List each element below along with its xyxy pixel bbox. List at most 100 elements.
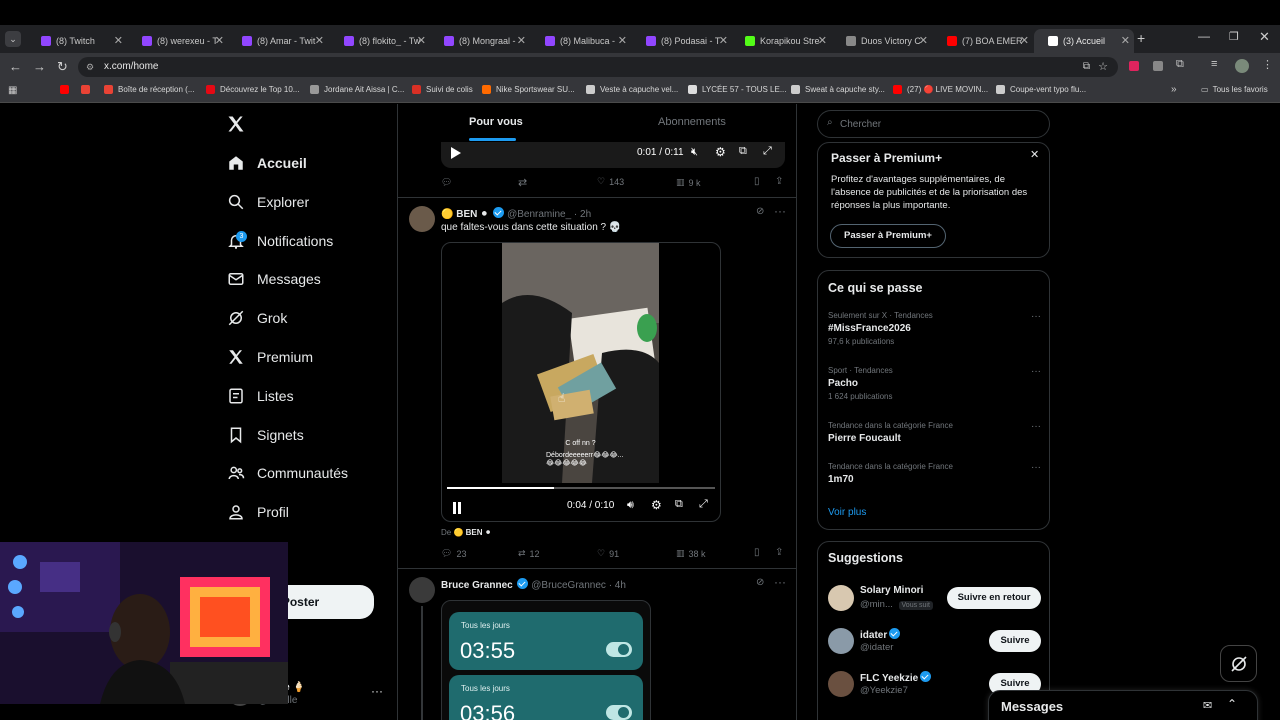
expand-drawer-icon[interactable]: ⌃ (1227, 697, 1237, 711)
trend-more-icon[interactable]: ··· (1031, 462, 1041, 473)
from-author[interactable]: 🟡 BEN ⚫ (453, 528, 491, 537)
alarm-1-toggle[interactable] (606, 642, 632, 657)
suggestion-item[interactable]: idater @idater Suivre (828, 625, 1041, 657)
top-video-player[interactable]: 0:01 / 0:11 🔇︎ ⚙ ⧉ ⤢ (441, 142, 785, 168)
follow-button[interactable]: Suivre (989, 630, 1041, 652)
trends-more-link[interactable]: Voir plus (828, 507, 866, 518)
video-volume-icon[interactable]: 🔊︎ (627, 499, 634, 512)
video-fullscreen-icon[interactable]: ⤢ (699, 498, 708, 511)
tab-close-icon[interactable]: ✕ (315, 34, 324, 47)
tab-close-icon[interactable]: ✕ (919, 34, 928, 47)
tab-close-icon[interactable]: ✕ (417, 34, 426, 47)
nav-item-communautes[interactable]: Communautés (227, 461, 348, 485)
browser-tab[interactable]: (8) Mongraal - ✕ (430, 29, 530, 53)
share-button[interactable]: ⇪ (775, 176, 783, 187)
grok-icon[interactable]: ⊘ (756, 577, 764, 588)
video-pip-icon[interactable]: ⧉ (675, 498, 683, 511)
browser-tab[interactable]: Duos Victory C ✕ (832, 29, 932, 53)
browser-tab[interactable]: (7) BOA EMER ✕ (933, 29, 1033, 53)
post1-views-button[interactable]: ▥ 38 k (676, 548, 706, 559)
bookmark-item[interactable]: Sweat à capuche sty... (791, 85, 885, 94)
post-author-handle[interactable]: @Benramine_ (507, 209, 571, 220)
post2-author-name[interactable]: Bruce Grannec (441, 580, 513, 591)
bookmark-item[interactable] (60, 85, 74, 94)
trend-more-icon[interactable]: ··· (1031, 311, 1041, 322)
post-time[interactable]: · 2h (574, 209, 591, 220)
browser-tab[interactable]: (8) Twitch ✕ (27, 29, 127, 53)
account-more-icon[interactable]: ··· (371, 684, 383, 698)
bookmark-item[interactable] (81, 85, 95, 94)
bookmark-button[interactable]: ▯ (754, 176, 760, 187)
tab-close-icon[interactable]: ✕ (114, 34, 123, 47)
grok-floating-button[interactable] (1220, 645, 1257, 682)
nav-item-grok[interactable]: Grok (227, 306, 287, 330)
post-avatar[interactable] (409, 206, 435, 232)
extensions-puzzle-icon[interactable]: ⧉ (1176, 58, 1184, 71)
post2-more-icon[interactable]: ··· (774, 575, 786, 589)
all-bookmarks-folder[interactable]: ▭ Tous les favoris (1201, 85, 1268, 94)
play-icon[interactable] (450, 146, 462, 165)
premium-close-icon[interactable]: ✕ (1030, 148, 1039, 161)
tab-for-you[interactable]: Pour vous (469, 116, 523, 128)
nav-item-profil[interactable]: Profil (227, 500, 289, 524)
apps-grid-icon[interactable]: ▦ (8, 85, 17, 96)
settings-icon[interactable]: ⚙ (715, 145, 726, 159)
browser-tab[interactable]: (8) flokito_ - Tw ✕ (330, 29, 430, 53)
bookmark-item[interactable]: Nike Sportswear SU... (482, 85, 575, 94)
views-button[interactable]: ▥ 9 k (676, 177, 701, 188)
trend-item[interactable]: Tendance dans la catégorie France 1m70 ··· (828, 462, 1041, 485)
post1-share-button[interactable]: ⇪ (775, 547, 783, 558)
trend-item[interactable]: Sport · Tendances Pacho 1 624 publications… (828, 366, 1041, 401)
maximize-button[interactable]: ❐ (1229, 30, 1239, 43)
tab-search-button[interactable]: ⌄ (5, 31, 21, 47)
grok-icon[interactable]: ⊘ (756, 206, 764, 217)
trend-item[interactable]: Seulement sur X · Tendances #MissFrance20… (828, 311, 1041, 346)
browser-tab[interactable]: (8) werexeu - T ✕ (128, 29, 228, 53)
post-more-icon[interactable]: ··· (774, 204, 786, 218)
trend-more-icon[interactable]: ··· (1031, 366, 1041, 377)
reload-icon[interactable]: ↻ (57, 59, 68, 75)
bookmark-item[interactable]: Coupe-vent typo flu... (996, 85, 1086, 94)
post2-avatar[interactable] (409, 577, 435, 603)
tab-close-icon[interactable]: ✕ (818, 34, 827, 47)
video-settings-icon[interactable]: ⚙ (651, 498, 662, 512)
site-info-icon[interactable]: ⚙ (86, 57, 94, 77)
post-video[interactable]: C off nn ? Débordeeeeerr😂😂😂... 😂😂😂😂😂 0:0… (441, 242, 721, 522)
pause-icon[interactable] (452, 501, 462, 519)
browser-tab[interactable]: (3) Accueil ✕ (1034, 29, 1134, 53)
tab-close-icon[interactable]: ✕ (719, 34, 728, 47)
follow-button[interactable]: Suivre en retour (947, 587, 1041, 609)
new-tab-button[interactable]: + (1137, 30, 1145, 46)
tab-close-icon[interactable]: ✕ (1121, 34, 1130, 47)
tab-close-icon[interactable]: ✕ (1020, 34, 1029, 47)
post2-author-handle[interactable]: @BruceGrannec (531, 580, 606, 591)
bookmark-item[interactable]: Veste à capuche vel... (586, 85, 678, 94)
trend-more-icon[interactable]: ··· (1031, 421, 1041, 432)
install-app-icon[interactable]: ⧉ (1083, 57, 1090, 77)
back-icon[interactable]: ← (9, 59, 22, 74)
media-controls-icon[interactable]: ≡ (1211, 58, 1217, 70)
nav-item-premium[interactable]: Premium (227, 345, 313, 369)
bookmark-item[interactable]: Boîte de réception (... (104, 85, 195, 94)
close-window-button[interactable]: ✕ (1259, 29, 1270, 45)
forward-icon[interactable]: → (33, 59, 46, 74)
repost-button[interactable]: ⇄ (518, 176, 527, 189)
new-message-icon[interactable]: ✉ (1203, 699, 1212, 712)
premium-button[interactable]: Passer à Premium+ (830, 224, 946, 248)
post1-bookmark-button[interactable]: ▯ (754, 547, 760, 558)
bookmark-item[interactable]: Suivi de colis (412, 85, 473, 94)
extension-icon-red[interactable] (1129, 61, 1139, 71)
bookmark-item[interactable]: Découvrez le Top 10... (206, 85, 299, 94)
suggestion-item[interactable]: Solary Minori @min... Vous suit Suivre en … (828, 582, 1041, 614)
nav-item-signets[interactable]: Signets (227, 423, 304, 447)
nav-item-accueil[interactable]: Accueil (227, 151, 307, 175)
pip-icon[interactable]: ⧉ (739, 145, 747, 158)
tab-following[interactable]: Abonnements (658, 116, 726, 128)
nav-item-listes[interactable]: Listes (227, 384, 294, 408)
post2-time[interactable]: · 4h (609, 580, 626, 591)
tab-close-icon[interactable]: ✕ (618, 34, 627, 47)
extension-icon-gray[interactable] (1153, 61, 1163, 71)
post1-like-button[interactable]: ♡ 91 (597, 548, 619, 559)
reply-button[interactable]: 💬︎ (441, 177, 452, 188)
post1-repost-button[interactable]: ⇄ 12 (518, 548, 540, 559)
